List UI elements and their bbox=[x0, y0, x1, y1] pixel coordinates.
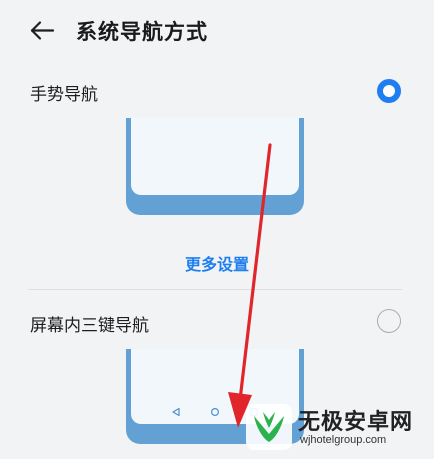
watermark: 无极安卓网 wjhotelgroup.com bbox=[240, 400, 434, 459]
gesture-navigation-preview[interactable] bbox=[126, 118, 304, 215]
more-settings-link[interactable]: 更多设置 bbox=[0, 251, 434, 275]
circle-home-icon bbox=[210, 407, 220, 417]
phone-screen bbox=[131, 118, 299, 195]
option-three-key-navigation-label[interactable]: 屏幕内三键导航 bbox=[30, 311, 149, 336]
option-gesture-navigation-label[interactable]: 手势导航 bbox=[30, 80, 98, 105]
arrow-left-icon bbox=[30, 21, 55, 40]
triangle-back-icon bbox=[172, 407, 180, 417]
watermark-url: wjhotelgroup.com bbox=[300, 434, 387, 446]
watermark-title: 无极安卓网 bbox=[298, 410, 414, 435]
page-title: 系统导航方式 bbox=[76, 20, 208, 44]
back-button[interactable] bbox=[26, 14, 60, 48]
three-key-navigation-radio[interactable] bbox=[377, 309, 401, 333]
divider bbox=[28, 289, 402, 290]
watermark-logo-icon bbox=[246, 404, 292, 450]
gesture-navigation-radio[interactable] bbox=[377, 79, 401, 103]
app-header: 系统导航方式 bbox=[0, 0, 434, 60]
